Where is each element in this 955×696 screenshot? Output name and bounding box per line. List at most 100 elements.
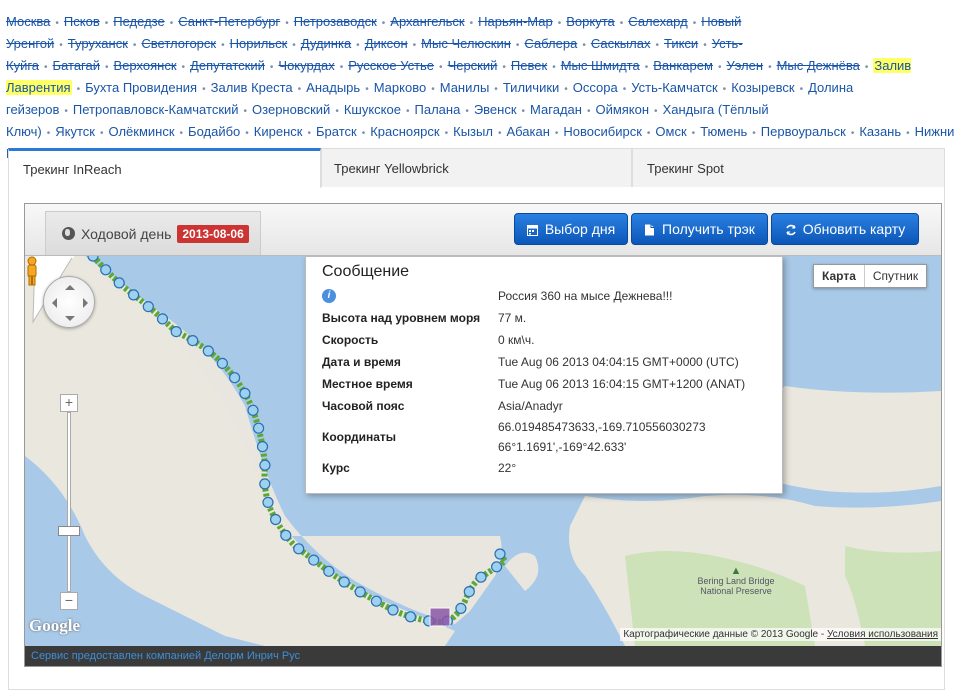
track-point[interactable] [142, 300, 154, 313]
route-city-link[interactable]: Верхоянск [114, 58, 177, 73]
track-point[interactable] [387, 604, 399, 616]
track-point[interactable] [293, 543, 305, 555]
track-point[interactable] [338, 576, 350, 588]
track-point[interactable] [259, 478, 271, 490]
route-city-link[interactable]: Бодайбо [188, 124, 240, 139]
route-city-link[interactable]: Манилы [440, 80, 490, 95]
route-city-link[interactable]: Депутатский [190, 58, 265, 73]
route-city-link[interactable]: Братск [316, 124, 357, 139]
route-city-link[interactable]: Петрозаводск [294, 14, 377, 29]
pan-control[interactable] [43, 276, 95, 328]
track-point[interactable] [270, 513, 282, 526]
route-city-link[interactable]: Черский [448, 58, 498, 73]
track-point[interactable] [202, 345, 214, 357]
tab-spot[interactable]: Трекинг Spot [632, 148, 945, 187]
arrow-left-icon[interactable] [47, 298, 57, 308]
route-city-link[interactable]: Красноярск [370, 124, 439, 139]
track-point[interactable] [323, 565, 335, 577]
track-point[interactable] [463, 586, 475, 598]
map-type-map[interactable]: Карта [814, 265, 865, 287]
route-city-link[interactable]: Оймякон [595, 102, 649, 117]
route-city-link[interactable]: Мыс Челюскин [421, 36, 511, 51]
arrow-down-icon[interactable] [65, 316, 75, 326]
route-city-link[interactable]: Бухта Провидения [85, 80, 197, 95]
route-city-link[interactable]: Кшукское [344, 102, 401, 117]
route-city-link[interactable]: Анадырь [306, 80, 360, 95]
route-city-link[interactable]: Уэлен [726, 58, 763, 73]
route-city-link[interactable]: Петропавловск-Камчатский [73, 102, 239, 117]
route-city-link[interactable]: Светлогорск [141, 36, 216, 51]
route-city-link[interactable]: Воркута [566, 14, 615, 29]
track-point[interactable] [280, 529, 292, 541]
track-point[interactable] [491, 561, 503, 573]
tab-inreach[interactable]: Трекинг InReach [8, 148, 321, 188]
zoom-in-button[interactable]: + [60, 394, 78, 412]
track-point[interactable] [494, 548, 506, 560]
track-point[interactable] [259, 459, 271, 471]
track-point[interactable] [370, 595, 382, 607]
track-point[interactable] [308, 554, 320, 566]
tab-yellowbrick[interactable]: Трекинг Yellowbrick [321, 148, 632, 187]
track-point[interactable] [239, 387, 251, 399]
route-city-link[interactable]: Киренск [254, 124, 303, 139]
track-point[interactable] [216, 357, 228, 370]
terms-link[interactable]: Условия использования [827, 629, 938, 640]
track-point[interactable] [87, 256, 99, 262]
route-city-link[interactable]: Оссора [573, 80, 618, 95]
track-point[interactable] [156, 313, 169, 325]
refresh-map-button[interactable]: Обновить карту [771, 213, 919, 245]
route-city-link[interactable]: Абакан [506, 124, 549, 139]
route-city-link[interactable]: Дудинка [301, 36, 351, 51]
arrow-right-icon[interactable] [83, 298, 93, 308]
route-city-link[interactable]: Нарьян-Мар [478, 14, 553, 29]
route-city-link[interactable]: Чокурдах [278, 58, 334, 73]
map-type-satellite[interactable]: Спутник [864, 265, 927, 287]
arrow-up-icon[interactable] [65, 280, 75, 290]
route-city-link[interactable]: Казань [859, 124, 901, 139]
route-city-link[interactable]: Саскылах [591, 36, 651, 51]
route-city-link[interactable]: Кызыл [453, 124, 493, 139]
route-city-link[interactable]: Саблера [524, 36, 577, 51]
zoom-slider-handle[interactable] [58, 526, 80, 536]
route-city-link[interactable]: Магадан [530, 102, 582, 117]
route-city-link[interactable]: Тюмень [700, 124, 747, 139]
route-city-link[interactable]: Русское Устье [348, 58, 434, 73]
zoom-track[interactable] [67, 412, 71, 592]
route-city-link[interactable]: Тикси [664, 36, 698, 51]
track-point[interactable] [229, 372, 241, 384]
route-city-link[interactable]: Архангельск [390, 14, 464, 29]
route-city-link[interactable]: Залив Креста [211, 80, 293, 95]
track-point[interactable] [404, 611, 417, 623]
route-city-link[interactable]: Салехард [628, 14, 687, 29]
track-point[interactable] [253, 422, 265, 434]
track-point[interactable] [455, 602, 467, 614]
route-city-link[interactable]: Туруханск [68, 36, 128, 51]
route-city-link[interactable]: Мыс Дежнёва [777, 58, 860, 73]
get-track-button[interactable]: Получить трэк [631, 213, 768, 245]
service-footer[interactable]: Сервис предоставлен компанией Делорм Инр… [25, 646, 941, 666]
track-point[interactable] [262, 496, 274, 508]
route-city-link[interactable]: Певек [511, 58, 547, 73]
route-city-link[interactable]: Усть-Камчатск [631, 80, 717, 95]
route-city-link[interactable]: Псков [64, 14, 100, 29]
route-city-link[interactable]: Ванкарем [653, 58, 713, 73]
route-city-link[interactable]: Новосибирск [563, 124, 642, 139]
route-city-link[interactable]: Олёкминск [108, 124, 174, 139]
route-city-link[interactable]: Батагай [53, 58, 100, 73]
zoom-out-button[interactable]: − [60, 592, 78, 610]
route-city-link[interactable]: Озерновский [252, 102, 330, 117]
route-city-link[interactable]: Тиличики [503, 80, 559, 95]
route-city-link[interactable]: Якутск [55, 124, 95, 139]
track-point[interactable] [354, 586, 366, 598]
track-point[interactable] [475, 571, 487, 583]
track-point[interactable] [247, 404, 259, 416]
route-city-link[interactable]: Первоуральск [761, 124, 846, 139]
track-point[interactable] [113, 277, 125, 289]
route-city-link[interactable]: Палана [415, 102, 461, 117]
route-city-link[interactable]: Санкт-Петербург [178, 14, 280, 29]
route-city-link[interactable]: Педедзе [113, 14, 164, 29]
route-city-link[interactable]: Диксон [365, 36, 408, 51]
track-point[interactable] [187, 334, 199, 347]
route-city-link[interactable]: Норильск [230, 36, 288, 51]
track-point[interactable] [256, 441, 269, 453]
